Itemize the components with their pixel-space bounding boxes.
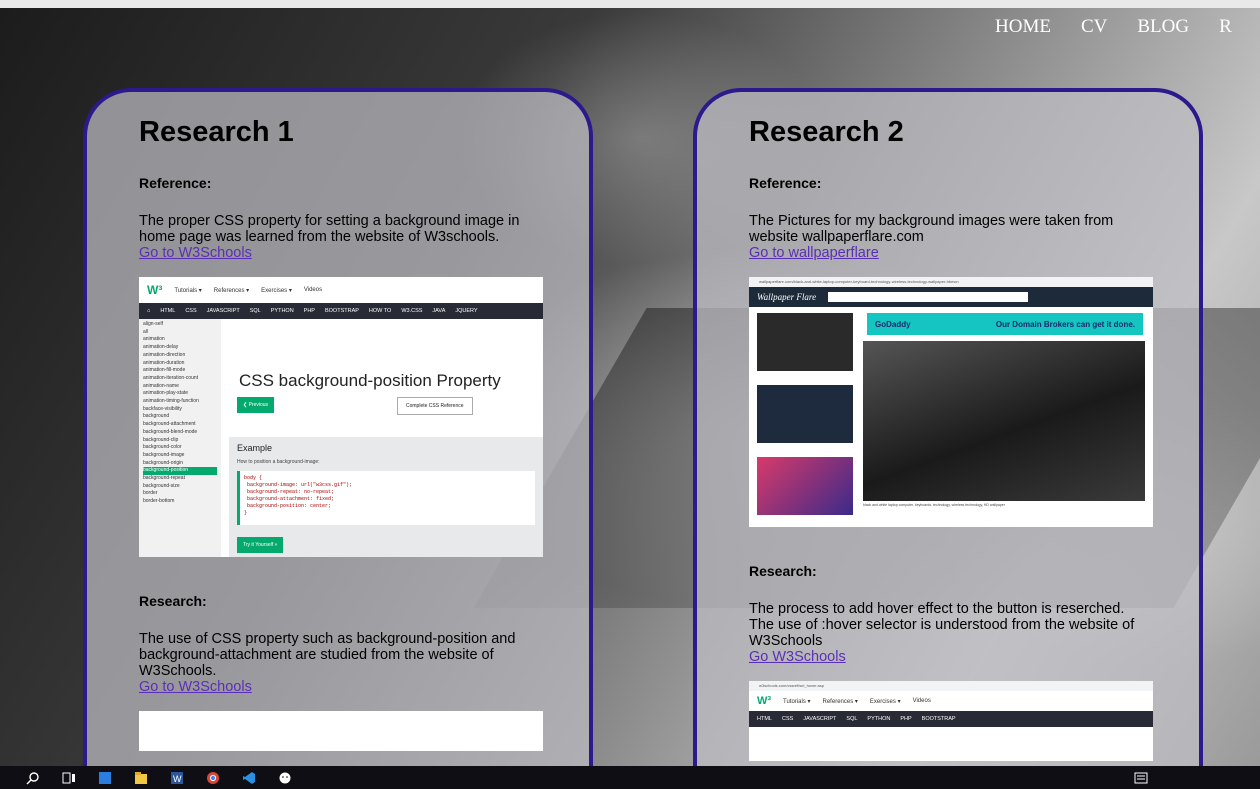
smiley-icon[interactable]: [278, 771, 292, 785]
word-icon[interactable]: W: [170, 771, 184, 785]
wp-main-image: [863, 341, 1145, 501]
w3-nav-item: HOW TO: [368, 308, 392, 314]
reference-link[interactable]: Go to wallpaperflare: [749, 245, 1147, 261]
research-link[interactable]: Go W3Schools: [749, 649, 1147, 665]
research-text: The process to add hover effect to the b…: [749, 601, 1135, 649]
w3schools-logo: W³: [147, 283, 163, 297]
research-label: Research:: [139, 593, 207, 609]
w3-menu-item: Videos: [303, 287, 323, 293]
notification-icon[interactable]: [1134, 771, 1148, 785]
nav-home[interactable]: HOME: [995, 16, 1051, 38]
w3schools-screenshot: W³ Tutorials ▾ References ▾ Exercises ▾ …: [139, 277, 543, 557]
w3-url-bar: w3schools.com/cssref/sel_hover.asp: [749, 681, 1153, 691]
wp-ad-banner: GoDaddy Our Domain Brokers can get it do…: [867, 313, 1143, 335]
research-card-2: Research 2 Reference: The Pictures for m…: [693, 88, 1203, 788]
w3-main: CSS background-position Property ❮ Previ…: [229, 319, 543, 557]
svg-text:W: W: [173, 774, 182, 784]
w3-complete-ref-button: Complete CSS Reference: [397, 397, 473, 415]
wp-caption: black and white laptop computer, keyboar…: [863, 503, 1005, 507]
w3-example: Example How to position a background-ima…: [229, 437, 543, 557]
w3-nav-item: BOOTSTRAP: [324, 308, 359, 314]
research-text: The use of CSS property such as backgrou…: [139, 631, 516, 679]
wp-logo: Wallpaper Flare: [757, 292, 817, 302]
reference-text: The proper CSS property for setting a ba…: [139, 213, 520, 245]
w3-menu-item: Exercises ▾: [261, 287, 292, 294]
vscode-icon[interactable]: [242, 771, 256, 785]
research-label: Research:: [749, 563, 817, 579]
w3-menu-item: References ▾: [213, 287, 250, 294]
windows-taskbar: W: [0, 766, 1260, 789]
wp-header: Wallpaper Flare: [749, 287, 1153, 307]
task-view-icon[interactable]: [62, 771, 76, 785]
w3-try-button: Try it Yourself »: [237, 537, 284, 553]
w3-nav-item: JQUERY: [455, 308, 478, 314]
wp-thumb-column: [757, 313, 853, 527]
reference-link[interactable]: Go to W3Schools: [139, 245, 537, 261]
w3-navbar: ⌂ HTML CSS JAVASCRIPT SQL PYTHON PHP BOO…: [139, 303, 543, 319]
w3-nav-item: PHP: [303, 308, 315, 314]
w3-nav-item: W3.CSS: [401, 308, 423, 314]
browser-top-strip: [0, 0, 1260, 8]
top-nav: HOME CV BLOG R: [995, 16, 1232, 38]
w3-nav-item: CSS: [185, 308, 197, 314]
w3-nav-item: HTML: [160, 308, 176, 314]
w3-code-block: body { background-image: url("w3css.gif"…: [237, 471, 535, 525]
wp-url-bar: wallpaperflare.com/black-and-white-lapto…: [749, 277, 1153, 287]
w3-nav-item: SQL: [249, 308, 261, 314]
card-title: Research 1: [139, 116, 294, 148]
nav-cv[interactable]: CV: [1081, 16, 1107, 38]
w3-nav-item: PYTHON: [270, 308, 294, 314]
nav-research[interactable]: R: [1219, 16, 1232, 38]
w3-heading: CSS background-position Property: [239, 371, 501, 390]
search-icon[interactable]: [26, 771, 40, 785]
reference-text: The Pictures for my background images we…: [749, 213, 1114, 245]
w3-sidebar: align-self all animation animation-delay a…: [139, 319, 221, 557]
screenshot-placeholder: [139, 711, 543, 751]
home-icon: ⌂: [147, 308, 151, 314]
photos-icon[interactable]: [98, 771, 112, 785]
file-explorer-icon[interactable]: [134, 771, 148, 785]
research-card-1: Research 1 Reference: The proper CSS pro…: [83, 88, 593, 788]
w3-nav-item: JAVASCRIPT: [206, 308, 240, 314]
reference-label: Reference:: [749, 175, 822, 191]
w3-navbar: HTML CSS JAVASCRIPT SQL PYTHON PHP BOOTSTRAP: [749, 711, 1153, 727]
reference-label: Reference:: [139, 175, 212, 191]
w3schools-hover-screenshot: w3schools.com/cssref/sel_hover.asp W³ Tu…: [749, 681, 1153, 761]
nav-blog[interactable]: BLOG: [1137, 16, 1189, 38]
chrome-icon[interactable]: [206, 771, 220, 785]
wallpaperflare-screenshot: wallpaperflare.com/black-and-white-lapto…: [749, 277, 1153, 527]
w3-nav-item: JAVA: [432, 308, 446, 314]
research-link[interactable]: Go to W3Schools: [139, 679, 537, 695]
card-title: Research 2: [749, 116, 904, 148]
w3-previous-button: ❮ Previous: [237, 397, 275, 413]
w3schools-logo: W³: [757, 695, 772, 707]
w3-menu-item: Tutorials ▾: [174, 287, 202, 294]
